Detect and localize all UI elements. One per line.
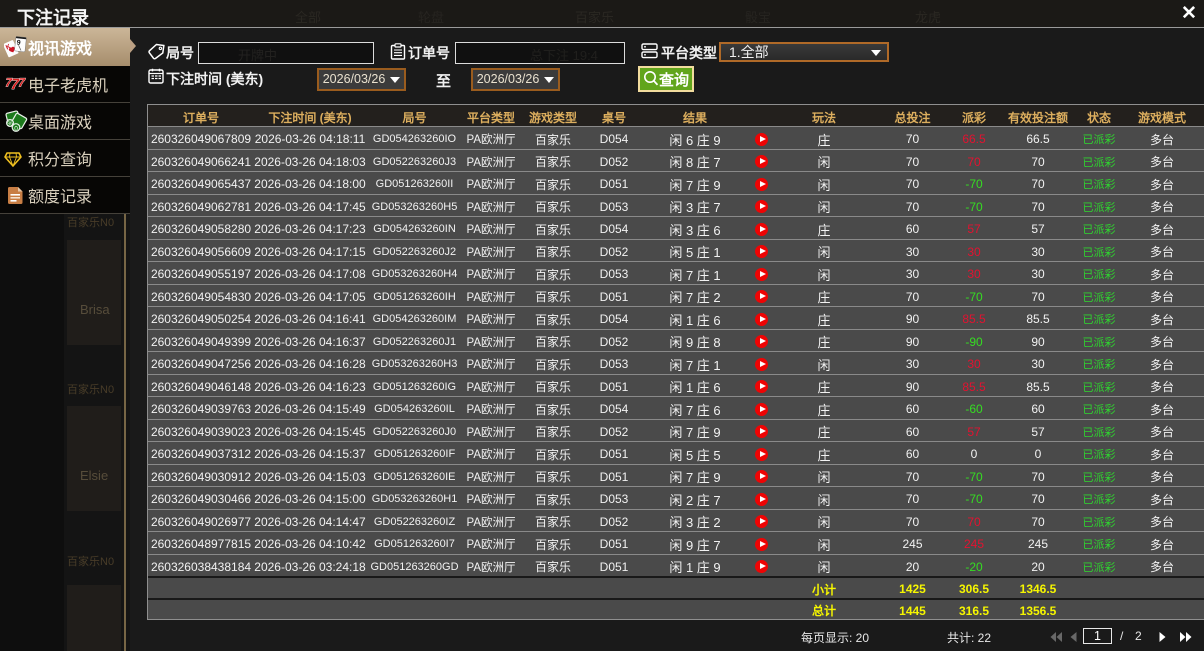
svg-text:0: 0 [14,125,18,132]
svg-text:%: % [7,122,13,128]
